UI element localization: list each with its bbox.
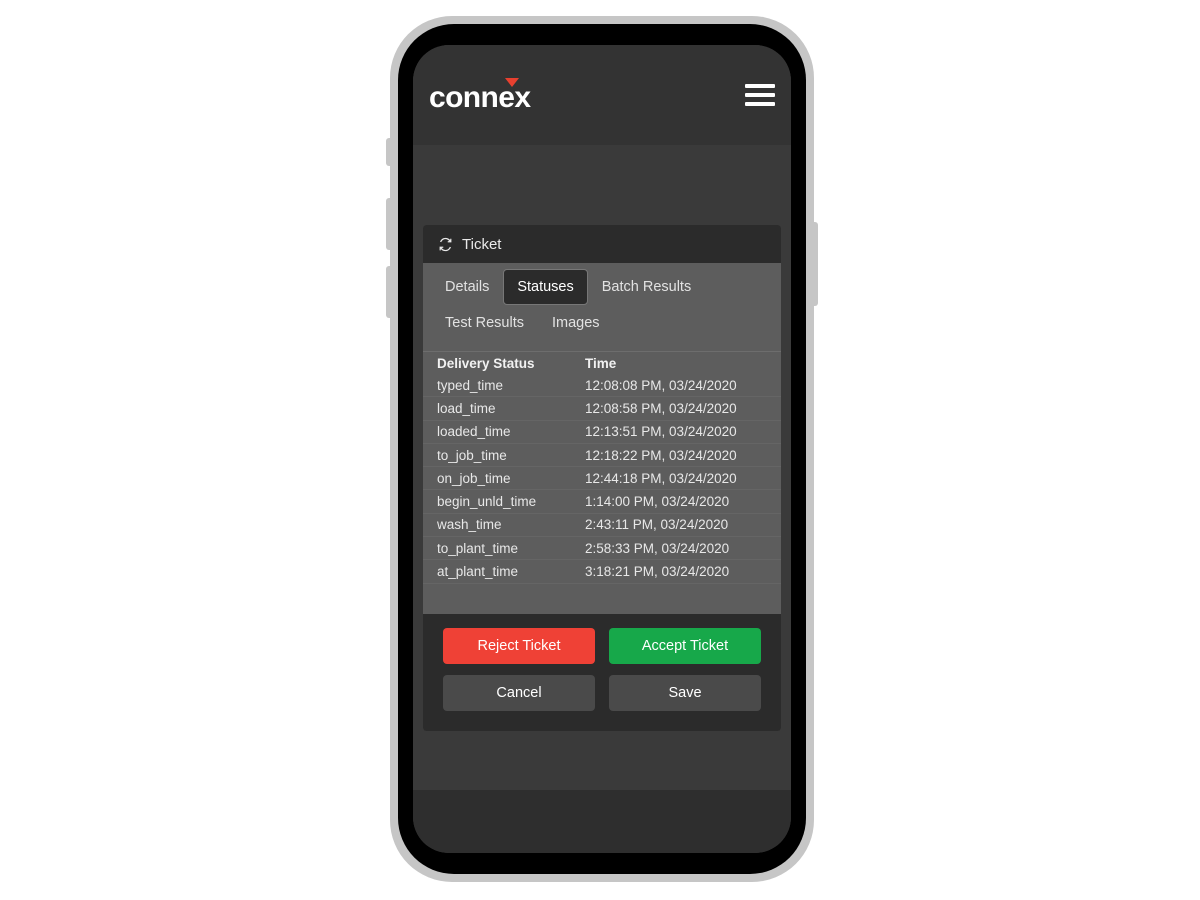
cell-delivery-status: typed_time <box>437 377 504 393</box>
table-row[interactable]: on_job_time 12:44:18 PM, 03/24/2020 <box>423 467 781 491</box>
table-empty-row <box>423 584 781 614</box>
tab-details[interactable]: Details <box>431 269 503 305</box>
phone-volume-down-button[interactable] <box>386 266 392 318</box>
phone-power-button[interactable] <box>812 222 818 306</box>
column-header-delivery-status: Delivery Status <box>437 355 535 371</box>
cell-delivery-status: on_job_time <box>437 470 511 486</box>
ticket-actions: Reject Ticket Accept Ticket Cancel Save <box>423 613 781 731</box>
tab-batch-results[interactable]: Batch Results <box>588 269 705 305</box>
table-row[interactable]: begin_unld_time 1:14:00 PM, 03/24/2020 <box>423 490 781 514</box>
cell-time: 3:18:21 PM, 03/24/2020 <box>585 564 730 580</box>
cell-time: 12:18:22 PM, 03/24/2020 <box>585 447 737 463</box>
table-row[interactable]: to_plant_time 2:58:33 PM, 03/24/2020 <box>423 537 781 561</box>
ticket-card-title: Ticket <box>462 235 502 253</box>
app-header: connex <box>413 45 791 145</box>
connex-logo[interactable]: connex <box>429 77 531 113</box>
cell-delivery-status: loaded_time <box>437 424 511 440</box>
accept-ticket-button[interactable]: Accept Ticket <box>609 627 761 664</box>
cell-delivery-status: load_time <box>437 400 496 416</box>
table-row[interactable]: to_job_time 12:18:22 PM, 03/24/2020 <box>423 444 781 468</box>
cell-time: 2:43:11 PM, 03/24/2020 <box>585 517 729 533</box>
screenshot-canvas: connex Ticket Details Statuses Batch Res… <box>0 0 1200 900</box>
hamburger-bar-2 <box>745 93 775 97</box>
ticket-card: Ticket Details Statuses Batch Results Te… <box>423 225 781 731</box>
hamburger-bar-1 <box>745 84 775 88</box>
ticket-card-header: Ticket <box>423 225 781 263</box>
column-header-time: Time <box>585 355 617 371</box>
cell-delivery-status: to_job_time <box>437 447 507 463</box>
phone-screen: connex Ticket Details Statuses Batch Res… <box>413 45 791 853</box>
cell-delivery-status: wash_time <box>437 517 502 533</box>
hamburger-menu-icon[interactable] <box>745 84 775 106</box>
delivery-status-table: Delivery Status Time typed_time 12:08:08… <box>423 352 781 614</box>
tab-test-results[interactable]: Test Results <box>431 305 538 341</box>
app-body: Ticket Details Statuses Batch Results Te… <box>413 145 791 790</box>
cell-time: 12:08:08 PM, 03/24/2020 <box>585 377 737 393</box>
app-footer <box>413 790 791 853</box>
cell-delivery-status: to_plant_time <box>437 540 519 556</box>
table-row[interactable]: at_plant_time 3:18:21 PM, 03/24/2020 <box>423 560 781 584</box>
table-header-row: Delivery Status Time <box>423 352 781 374</box>
cell-delivery-status: at_plant_time <box>437 564 519 580</box>
table-row[interactable]: loaded_time 12:13:51 PM, 03/24/2020 <box>423 421 781 444</box>
cell-time: 1:14:00 PM, 03/24/2020 <box>585 494 730 510</box>
cell-delivery-status: begin_unld_time <box>437 494 537 510</box>
table-row[interactable]: typed_time 12:08:08 PM, 03/24/2020 <box>423 374 781 398</box>
refresh-icon[interactable] <box>438 237 453 252</box>
tab-row-secondary: Test Results Images <box>431 305 773 341</box>
tab-row-primary: Details Statuses Batch Results <box>431 269 773 305</box>
hamburger-bar-3 <box>745 102 775 106</box>
tab-images[interactable]: Images <box>538 305 614 341</box>
action-row-form: Cancel Save <box>443 674 761 711</box>
cell-time: 12:13:51 PM, 03/24/2020 <box>585 424 737 440</box>
table-row[interactable]: wash_time 2:43:11 PM, 03/24/2020 <box>423 514 781 538</box>
reject-ticket-button[interactable]: Reject Ticket <box>443 627 595 664</box>
cell-time: 2:58:33 PM, 03/24/2020 <box>585 540 730 556</box>
cancel-button[interactable]: Cancel <box>443 674 595 711</box>
ticket-tabs: Details Statuses Batch Results Test Resu… <box>423 263 781 352</box>
table-row[interactable]: load_time 12:08:58 PM, 03/24/2020 <box>423 397 781 421</box>
phone-mute-switch[interactable] <box>386 138 392 166</box>
phone-volume-up-button[interactable] <box>386 198 392 250</box>
cell-time: 12:44:18 PM, 03/24/2020 <box>585 470 737 486</box>
cell-time: 12:08:58 PM, 03/24/2020 <box>585 400 737 416</box>
save-button[interactable]: Save <box>609 674 761 711</box>
logo-triangle-accent-icon <box>505 78 520 87</box>
action-row-decision: Reject Ticket Accept Ticket <box>443 627 761 664</box>
tab-statuses[interactable]: Statuses <box>503 269 588 305</box>
